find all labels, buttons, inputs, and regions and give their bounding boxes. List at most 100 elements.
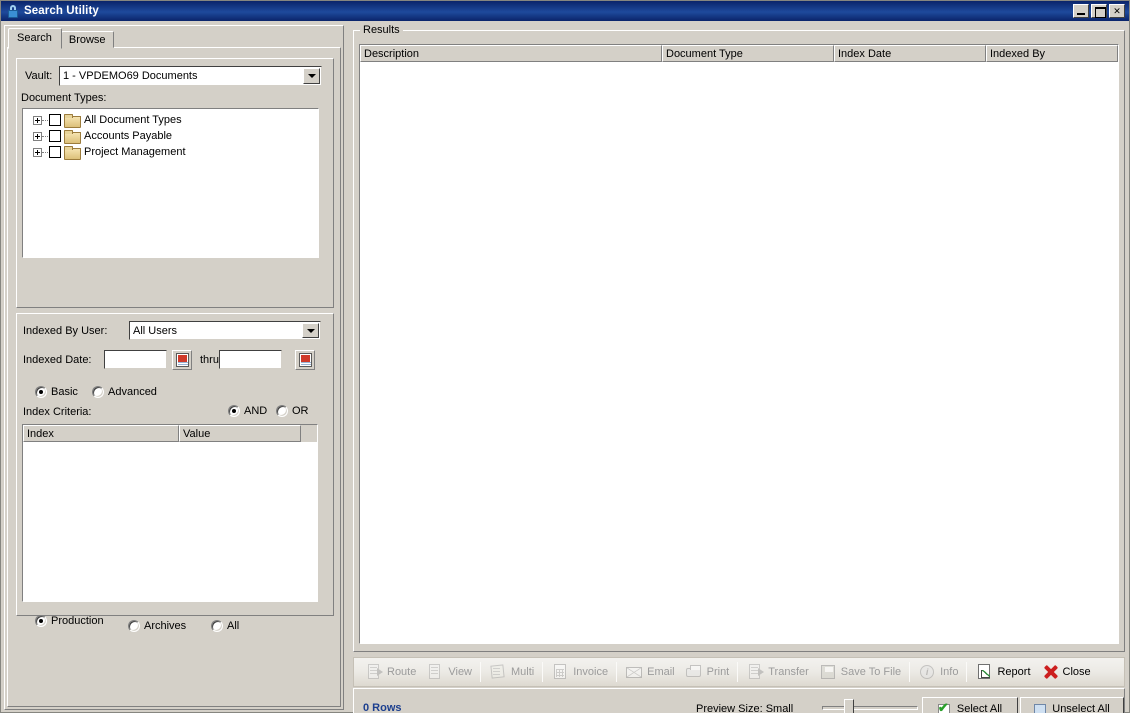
document-types-label: Document Types:	[21, 92, 107, 104]
toolbar-button-close-label: Close	[1062, 666, 1091, 678]
tree-checkbox[interactable]	[49, 130, 61, 142]
chevron-down-icon	[307, 74, 316, 78]
titlebar: Search Utility ✕	[1, 1, 1129, 21]
mode-radio-advanced-label: Advanced	[108, 386, 157, 398]
select-all-button[interactable]: Select All	[922, 697, 1018, 713]
minimize-button[interactable]	[1073, 4, 1089, 18]
toolbar-button-info[interactable]: i Info	[913, 659, 963, 685]
results-legend: Results	[360, 24, 403, 36]
operator-radio-and[interactable]: AND	[228, 405, 267, 417]
toolbar-separator	[909, 662, 911, 682]
indexed-by-user-dropdown-button[interactable]	[302, 323, 319, 338]
results-groupbox: Results Description Document Type Index …	[353, 24, 1125, 652]
tree-connector	[42, 151, 48, 153]
red-x-icon	[1041, 663, 1059, 681]
tree-node[interactable]: Project Management	[23, 144, 318, 160]
vault-combo[interactable]: 1 - VPDEMO69 Documents	[59, 66, 322, 86]
column-header-indexed-by[interactable]: Indexed By	[986, 45, 1118, 62]
results-header-row: Description Document Type Index Date Ind…	[360, 45, 1118, 62]
toolbar-button-route-label: Route	[387, 666, 417, 678]
multi-edit-icon	[489, 663, 507, 681]
slider-track[interactable]	[822, 706, 918, 710]
operator-radio-or-label: OR	[292, 405, 309, 417]
tree-node[interactable]: Accounts Payable	[23, 128, 318, 144]
indexed-by-user-combo[interactable]: All Users	[129, 321, 321, 340]
tab-browse[interactable]: Browse	[60, 31, 114, 48]
slider-thumb[interactable]	[844, 699, 854, 713]
column-header-description[interactable]: Description	[360, 45, 662, 62]
calendar-icon	[298, 353, 312, 367]
column-header-value[interactable]: Value	[179, 425, 301, 442]
scope-radio-archives[interactable]: Archives	[128, 620, 186, 632]
indexed-date-from-calendar-button[interactable]	[172, 350, 192, 370]
toolbar-button-transfer[interactable]: Transfer	[741, 659, 814, 685]
tab-browse-label: Browse	[68, 33, 106, 46]
radio-indicator	[35, 386, 47, 398]
tree-node-label: All Document Types	[84, 114, 182, 126]
toolbar-button-email[interactable]: Email	[620, 659, 680, 685]
toolbar-separator	[616, 662, 618, 682]
info-circle-icon: i	[918, 663, 936, 681]
index-criteria-grid[interactable]: Index Value	[22, 424, 318, 602]
mode-radio-advanced[interactable]: Advanced	[92, 386, 157, 398]
unselect-all-button[interactable]: Unselect All	[1020, 697, 1124, 713]
indexed-date-from-input[interactable]	[104, 350, 167, 369]
plus-icon[interactable]	[33, 147, 42, 157]
close-button[interactable]: ✕	[1109, 4, 1125, 18]
toolbar-button-invoice[interactable]: Invoice	[546, 659, 613, 685]
tab-panel-search: Vault: 1 - VPDEMO69 Documents Document T…	[7, 47, 341, 707]
vault-dropdown-button[interactable]	[303, 68, 320, 84]
toolbar-separator	[542, 662, 544, 682]
toolbar-button-info-label: Info	[940, 666, 959, 678]
tab-search[interactable]: Search	[8, 28, 62, 49]
toolbar-button-print-label: Print	[706, 666, 730, 678]
preview-size-slider[interactable]	[822, 697, 918, 713]
toolbar-button-route[interactable]: Route	[360, 659, 421, 685]
results-grid[interactable]: Description Document Type Index Date Ind…	[359, 44, 1119, 644]
chevron-down-icon	[306, 328, 315, 333]
radio-indicator	[228, 405, 240, 417]
search-utility-window: Search Utility ✕ Search Browse Vault: 1 …	[0, 0, 1130, 713]
calendar-icon	[175, 353, 189, 367]
toolbar-button-multi[interactable]: Multi	[484, 659, 539, 685]
mode-radio-basic[interactable]: Basic	[35, 386, 78, 398]
tab-search-label: Search	[17, 31, 52, 44]
indexed-date-to-calendar-button[interactable]	[295, 350, 315, 370]
lock-icon	[5, 3, 21, 19]
operator-radio-or[interactable]: OR	[276, 405, 309, 417]
column-header-document-type[interactable]: Document Type	[662, 45, 834, 62]
scope-radio-all[interactable]: All	[211, 620, 239, 632]
results-toolbar: Route View Multi Invoice Email Print Tra…	[353, 657, 1125, 687]
toolbar-button-report[interactable]: Report	[970, 659, 1035, 685]
vault-label: Vault:	[25, 70, 53, 82]
tree-checkbox[interactable]	[49, 146, 61, 158]
window-title: Search Utility	[24, 5, 99, 17]
vault-value: 1 - VPDEMO69 Documents	[63, 70, 198, 82]
radio-indicator	[128, 620, 140, 632]
floppy-save-icon	[819, 663, 837, 681]
plus-icon[interactable]	[33, 115, 42, 125]
toolbar-button-save-to-file[interactable]: Save To File	[814, 659, 906, 685]
column-header-index-date[interactable]: Index Date	[834, 45, 986, 62]
tree-checkbox[interactable]	[49, 114, 61, 126]
document-types-tree[interactable]: All Document Types Accounts Payable Proj…	[22, 108, 319, 258]
column-header-index[interactable]: Index	[23, 425, 179, 442]
folder-icon	[64, 113, 81, 128]
toolbar-button-view-label: View	[448, 666, 473, 678]
folder-icon	[64, 145, 81, 160]
tree-node-label: Accounts Payable	[84, 130, 173, 142]
row-count-label: 0 Rows	[363, 702, 402, 713]
toolbar-button-close[interactable]: Close	[1036, 659, 1096, 685]
toolbar-separator	[966, 662, 968, 682]
select-all-label: Select All	[956, 703, 1003, 713]
toolbar-button-print[interactable]: Print	[680, 659, 735, 685]
maximize-button[interactable]	[1091, 4, 1107, 18]
scope-radio-production[interactable]: Production	[35, 615, 104, 627]
tree-node[interactable]: All Document Types	[23, 112, 318, 128]
radio-indicator	[211, 620, 223, 632]
scope-radio-production-label: Production	[51, 615, 104, 627]
printer-icon	[685, 663, 703, 681]
indexed-date-to-input[interactable]	[219, 350, 282, 369]
toolbar-button-view[interactable]: View	[421, 659, 477, 685]
plus-icon[interactable]	[33, 131, 42, 141]
